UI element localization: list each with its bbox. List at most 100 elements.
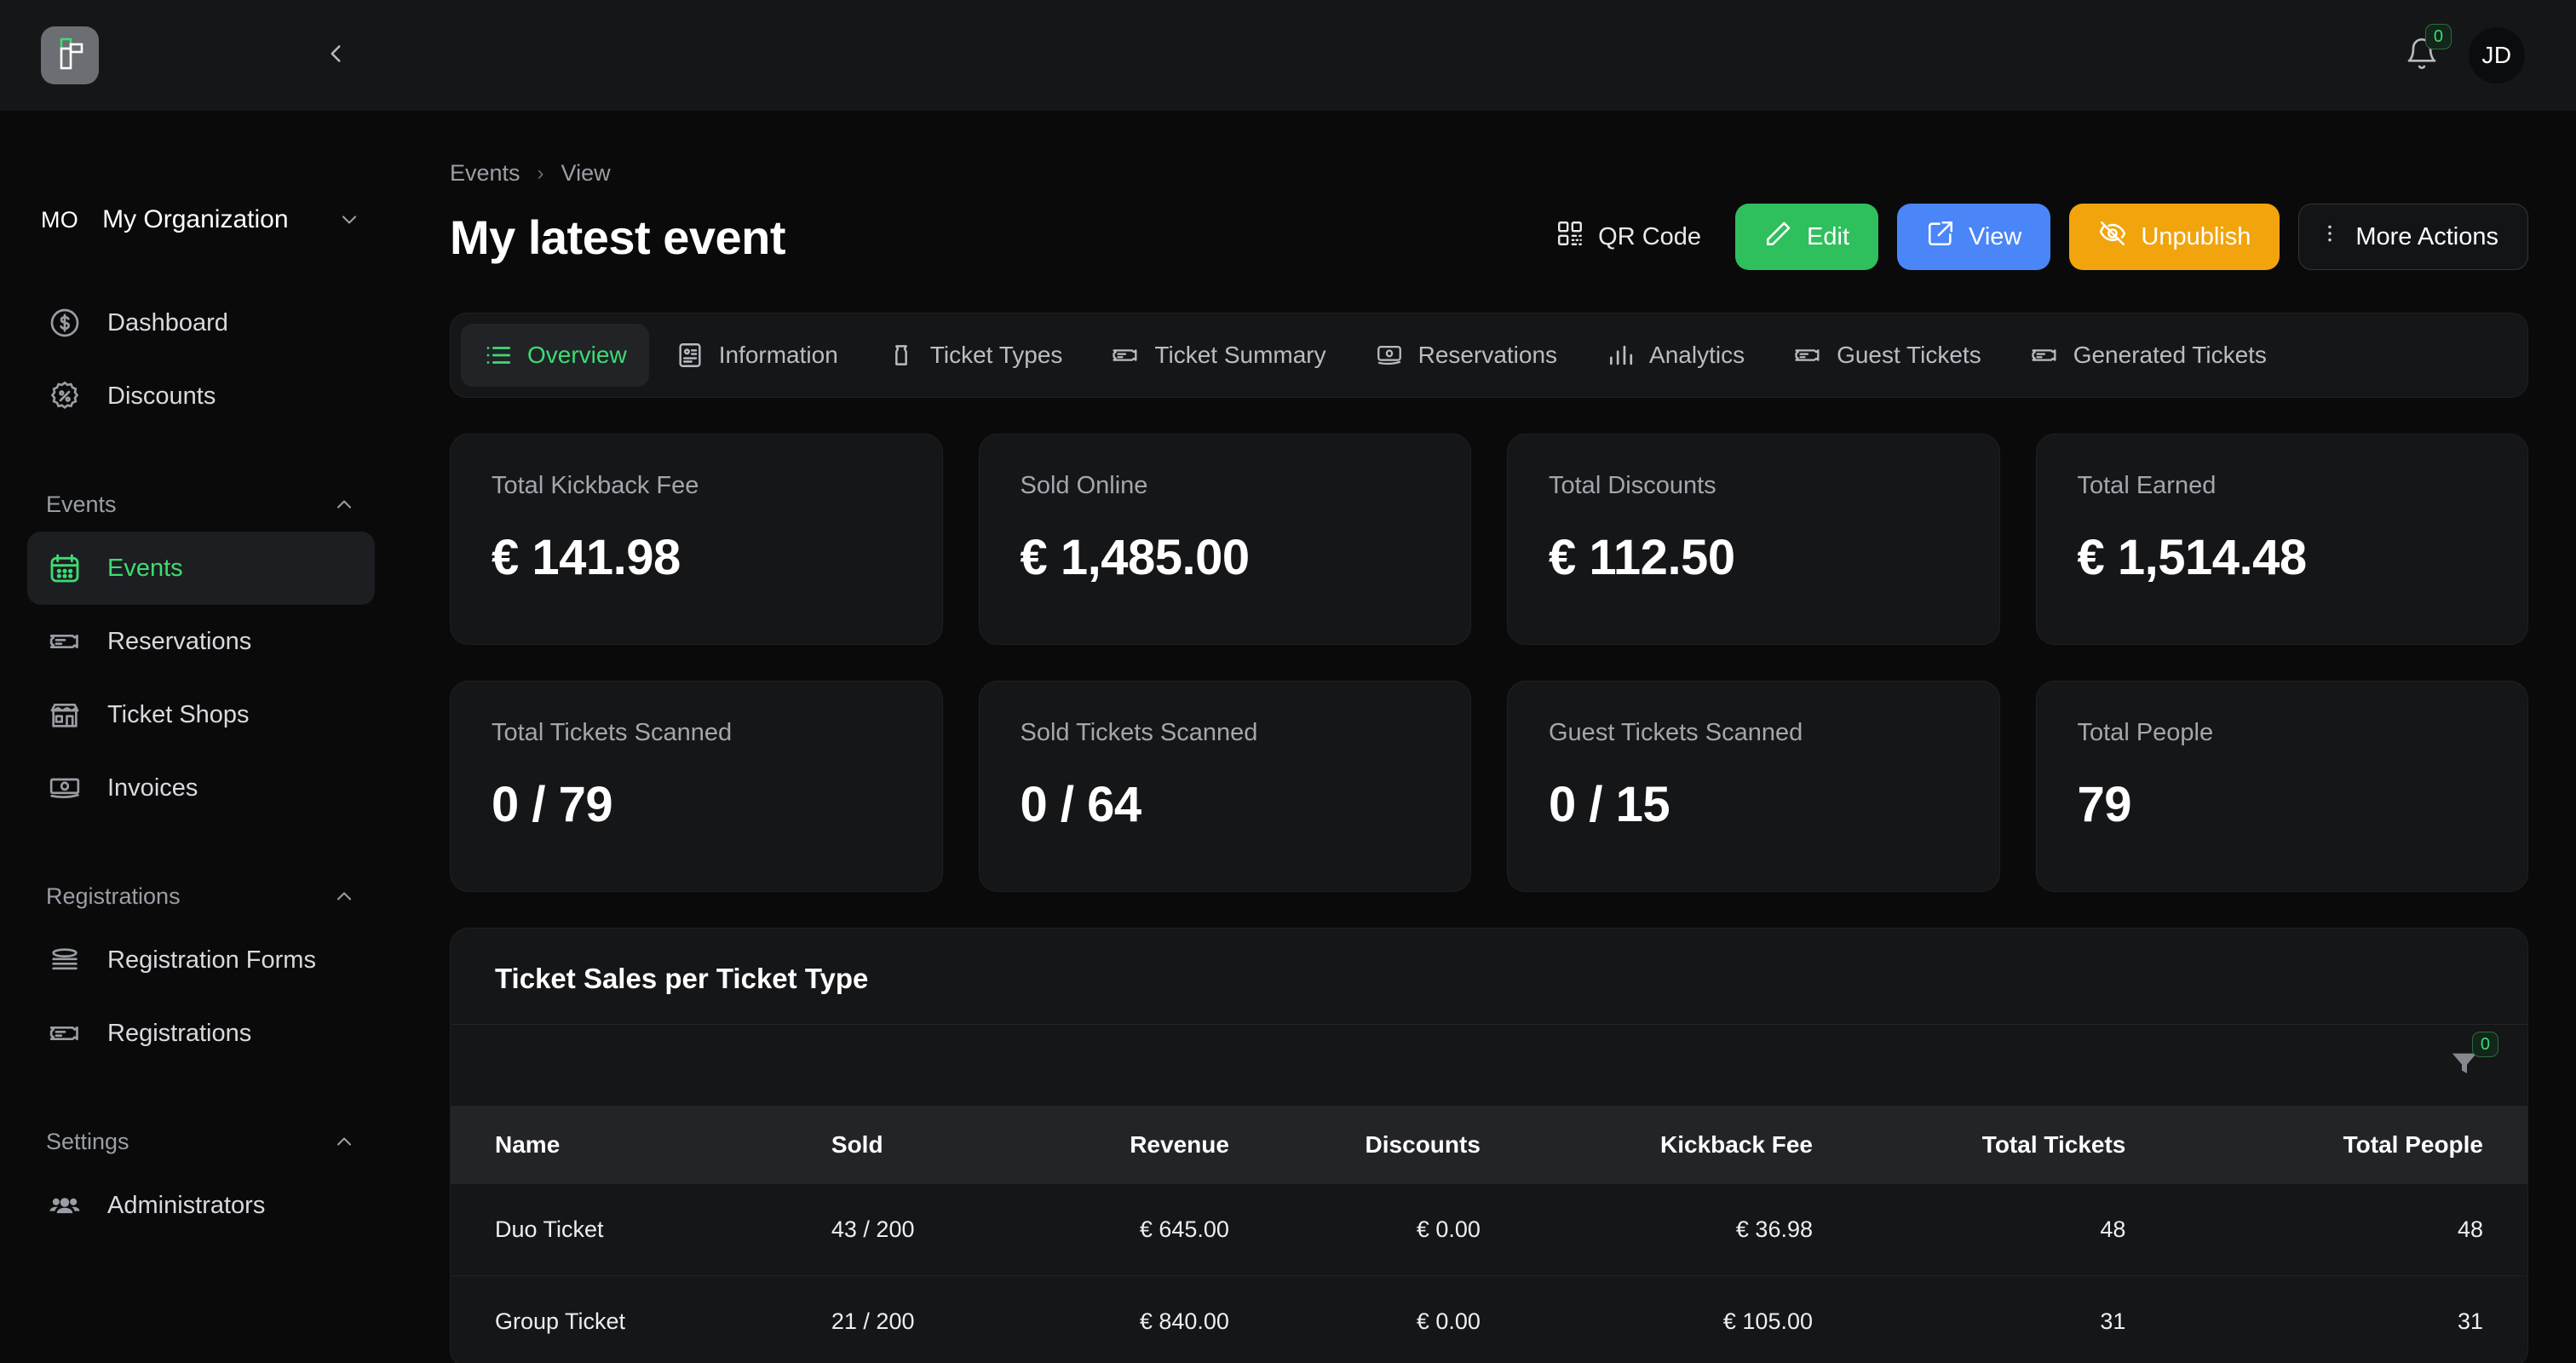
edit-button[interactable]: Edit	[1735, 204, 1879, 270]
dots-vertical-icon	[2318, 219, 2342, 255]
ticket-icon	[2029, 340, 2060, 371]
tab-reservations[interactable]: Reservations	[1352, 324, 1579, 387]
sidebar-item-administrators[interactable]: Administrators	[27, 1169, 375, 1242]
column-header-total-tickets[interactable]: Total Tickets	[1813, 1106, 2126, 1184]
sidebar-item-reservations[interactable]: Reservations	[27, 605, 375, 678]
stat-card-label: Guest Tickets Scanned	[1549, 719, 1803, 746]
topbar-right-actions: 0 JD	[2404, 24, 2542, 83]
tab-guest-tickets[interactable]: Guest Tickets	[1770, 324, 2004, 387]
stat-card-value: 0 / 15	[1549, 777, 1670, 832]
stat-card-value: € 141.98	[492, 530, 681, 585]
stat-card-value: € 1,514.48	[2077, 530, 2308, 585]
filter-button[interactable]: 0	[2446, 1031, 2498, 1084]
column-header-sold[interactable]: Sold	[831, 1106, 1013, 1184]
sidebar-section-settings[interactable]: Settings	[27, 1114, 375, 1169]
column-header-name[interactable]: Name	[451, 1106, 831, 1184]
id-card-icon	[675, 340, 705, 371]
chevron-down-icon	[337, 208, 361, 232]
cell-name: Group Ticket	[451, 1275, 831, 1363]
discount-badge-icon	[46, 377, 83, 415]
column-header-revenue[interactable]: Revenue	[1013, 1106, 1229, 1184]
top-bar: 0 JD	[0, 0, 2576, 111]
page-actions: QR Code Edit View Unpublish More Actions	[1540, 204, 2528, 270]
sidebar-item-label: Events	[107, 554, 183, 582]
table-row[interactable]: Duo Ticket 43 / 200 € 645.00 € 0.00 € 36…	[451, 1184, 2527, 1276]
cell-kickback-fee: € 36.98	[1735, 1216, 1813, 1242]
storefront-icon	[46, 696, 83, 733]
ticket-sales-panel: Ticket Sales per Ticket Type 0 Name Sold…	[450, 928, 2528, 1363]
cell-sold: 21 / 200	[831, 1275, 1013, 1363]
stat-card: Total Tickets Scanned 0 / 79	[450, 681, 943, 892]
tab-label: Generated Tickets	[2073, 342, 2267, 368]
stat-card-value: 79	[2077, 777, 2132, 832]
tab-analytics[interactable]: Analytics	[1583, 324, 1767, 387]
stat-card-label: Total Earned	[2077, 472, 2217, 499]
organization-name: My Organization	[102, 205, 289, 233]
qr-code-icon	[1555, 219, 1584, 255]
body: MO My Organization Dashboard Discounts E…	[0, 111, 2576, 1363]
cell-total-people: 48	[2457, 1216, 2483, 1242]
tab-overview[interactable]: Overview	[461, 324, 649, 387]
stat-card-value: 0 / 64	[1020, 777, 1142, 832]
tab-ticket-summary[interactable]: Ticket Summary	[1088, 324, 1348, 387]
app-logo-icon	[54, 37, 86, 75]
ticket-icon	[1792, 340, 1823, 371]
cell-discounts: € 0.00	[1228, 1275, 1481, 1363]
cell-revenue: € 645.00	[1139, 1216, 1229, 1242]
stat-cards-grid: Total Kickback Fee € 141.98 Sold Online …	[450, 434, 2528, 892]
sidebar: MO My Organization Dashboard Discounts E…	[0, 111, 402, 1363]
notifications-button[interactable]: 0	[2404, 24, 2452, 73]
sidebar-section-registrations[interactable]: Registrations	[27, 869, 375, 923]
table-body: Duo Ticket 43 / 200 € 645.00 € 0.00 € 36…	[451, 1184, 2527, 1363]
reservation-icon	[1374, 340, 1405, 371]
cell-revenue: € 840.00	[1012, 1275, 1229, 1363]
view-button[interactable]: View	[1897, 204, 2051, 270]
stat-card-label: Total People	[2077, 719, 2214, 746]
sidebar-section-events[interactable]: Events	[27, 477, 375, 532]
ticket-icon	[46, 1015, 83, 1052]
stat-card-label: Total Tickets Scanned	[492, 719, 733, 746]
sidebar-item-dashboard[interactable]: Dashboard	[27, 286, 375, 359]
sidebar-item-ticket-shops[interactable]: Ticket Shops	[27, 678, 375, 751]
chevron-left-icon	[321, 39, 350, 72]
sidebar-primary-nav: Dashboard Discounts	[27, 286, 375, 433]
more-actions-button-label: More Actions	[2355, 222, 2498, 250]
sidebar-item-invoices[interactable]: Invoices	[27, 751, 375, 825]
bar-chart-icon	[1605, 340, 1636, 371]
sidebar-section-title: Settings	[46, 1128, 129, 1154]
column-header-kickback-fee[interactable]: Kickback Fee	[1481, 1106, 1813, 1184]
app-logo-button[interactable]	[41, 26, 99, 84]
column-header-discounts[interactable]: Discounts	[1229, 1106, 1481, 1184]
breadcrumb-separator: ›	[537, 161, 544, 185]
form-lines-icon	[46, 941, 83, 979]
tab-generated-tickets[interactable]: Generated Tickets	[2007, 324, 2289, 387]
sidebar-item-label: Discounts	[107, 382, 216, 410]
avatar[interactable]: JD	[2469, 27, 2525, 83]
sidebar-section-title: Events	[46, 491, 117, 517]
breadcrumb-root[interactable]: Events	[450, 160, 520, 187]
qr-code-button-label: QR Code	[1598, 222, 1702, 250]
cell-total-people: 31	[2125, 1275, 2527, 1363]
sidebar-section-title: Registrations	[46, 883, 181, 909]
back-button[interactable]	[320, 40, 351, 71]
more-actions-button[interactable]: More Actions	[2298, 204, 2528, 270]
cell-sold: 43 / 200	[831, 1216, 915, 1242]
sidebar-item-events[interactable]: Events	[27, 532, 375, 605]
organization-switcher[interactable]: MO My Organization	[27, 177, 375, 262]
eye-off-icon	[2098, 219, 2127, 255]
view-button-label: View	[1969, 222, 2022, 250]
unpublish-button[interactable]: Unpublish	[2069, 204, 2280, 270]
column-header-total-people[interactable]: Total People	[2125, 1106, 2527, 1184]
table-row[interactable]: Group Ticket 21 / 200 € 840.00 € 0.00 € …	[451, 1275, 2527, 1363]
sidebar-item-registrations[interactable]: Registrations	[27, 997, 375, 1070]
list-icon	[483, 340, 514, 371]
tab-information[interactable]: Information	[653, 324, 860, 387]
breadcrumb-current: View	[561, 160, 611, 186]
sidebar-item-discounts[interactable]: Discounts	[27, 359, 375, 433]
stat-card: Sold Tickets Scanned 0 / 64	[978, 681, 1471, 892]
sidebar-item-registration-forms[interactable]: Registration Forms	[27, 923, 375, 997]
tab-ticket-types[interactable]: Ticket Types	[864, 324, 1085, 387]
qr-code-button[interactable]: QR Code	[1540, 204, 1716, 270]
event-tabs: Overview Information Ticket Types Ticket…	[450, 313, 2528, 398]
stat-card-value: € 1,485.00	[1020, 530, 1251, 585]
